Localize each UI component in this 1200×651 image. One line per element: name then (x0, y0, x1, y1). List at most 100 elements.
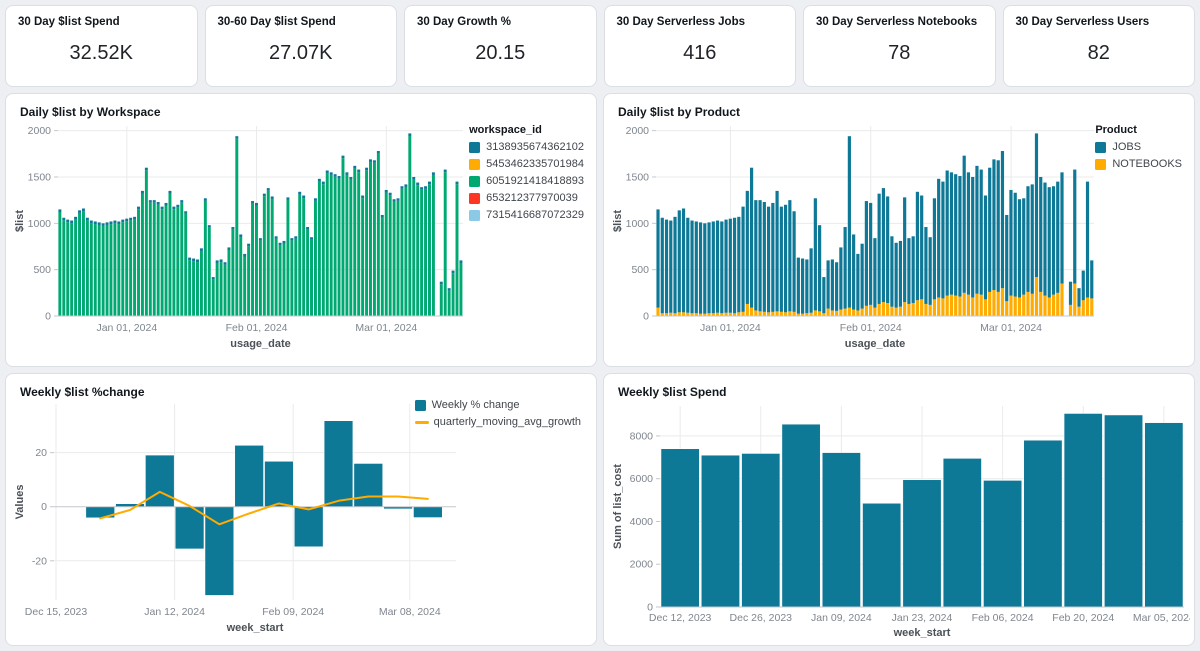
chart-text: 0 (41, 501, 47, 513)
kpi-value: 20.15 (475, 41, 526, 64)
chart-text: $list (14, 210, 26, 232)
legend-label: quarterly_moving_avg_growth (433, 416, 581, 428)
kpi-title: 30 Day $list Spend (18, 16, 120, 28)
kpi-value: 32.52K (69, 41, 133, 64)
chart-title: Daily $list by Workspace (20, 105, 161, 119)
chart-text: 6000 (630, 473, 654, 485)
kpi-card-30day-spend: 30 Day $list Spend 32.52K (5, 5, 198, 87)
chart-text: Mar 01, 2024 (980, 322, 1042, 334)
legend-item-quarterly-moving-avg-growth[interactable]: quarterly_moving_avg_growth (414, 416, 581, 428)
chart-text: 2000 (630, 559, 654, 571)
legend-square-marker (1095, 141, 1107, 153)
daily-by-workspace-chart[interactable]: 0 500 1000 1500 2000 Jan 01, 2024 Feb 01, 2024… (12, 120, 467, 364)
product-legend: Product JOBS NOTEBOOKS (1095, 124, 1182, 175)
legend-item-5453462335701984[interactable]: 5453462335701984 (469, 158, 584, 170)
legend-label: Weekly % change (431, 399, 520, 411)
middle-chart-row: Daily $list by Workspace 0 500 1000 1500 200… (5, 93, 1195, 367)
chart-text: 500 (631, 264, 649, 276)
kpi-value: 27.07K (269, 41, 333, 64)
daily-by-product-card: Daily $list by Product 0 500 1000 1500 2000 J… (603, 93, 1195, 367)
dashboard-page: 30 Day $list Spend 32.52K 30-60 Day $lis… (0, 0, 1200, 651)
legend-item-weekly-change[interactable]: Weekly % change (414, 399, 581, 411)
chart-text: Dec 12, 2023 (649, 612, 712, 624)
legend-item-653212377970039[interactable]: 653212377970039 (469, 192, 584, 204)
chart-text: Values (14, 485, 26, 520)
weekly-pct-change-chart[interactable]: -20 0 20 Dec 15, 2023 Jan 12, 2024 Feb 09, 20… (12, 400, 460, 636)
chart-text: 1500 (626, 171, 650, 183)
kpi-title: 30 Day Serverless Jobs (616, 16, 746, 28)
legend-label: 5453462335701984 (486, 158, 584, 170)
legend-square-marker (414, 399, 426, 411)
weekly-pct-change-card: Weekly $list %change -20 0 20 Dec 15, 2023 J… (5, 373, 597, 646)
chart-text: Mar 05, 2024 (1133, 612, 1190, 624)
chart-text: week_start (893, 627, 951, 639)
legend-title: Product (1095, 124, 1137, 136)
legend-square-marker (469, 209, 481, 221)
legend-square-marker (1095, 158, 1107, 170)
chart-text: Mar 01, 2024 (355, 322, 417, 334)
legend-label: JOBS (1112, 141, 1142, 153)
chart-text: Feb 01, 2024 (226, 322, 288, 334)
chart-text: $list (612, 210, 624, 232)
chart-text: Jan 09, 2024 (811, 612, 872, 624)
chart-text: 1500 (28, 171, 52, 183)
chart-text: week_start (226, 622, 284, 634)
chart-text: 2000 (28, 125, 52, 137)
chart-text: Jan 23, 2024 (892, 612, 953, 624)
bottom-chart-row: Weekly $list %change -20 0 20 Dec 15, 2023 J… (5, 373, 1195, 646)
chart-text: usage_date (230, 338, 291, 350)
chart-text: Feb 01, 2024 (840, 322, 902, 334)
kpi-card-serverless-notebooks: 30 Day Serverless Notebooks 78 (803, 5, 996, 87)
legend-label: 653212377970039 (486, 192, 578, 204)
legend-label: NOTEBOOKS (1112, 158, 1182, 170)
chart-title: Weekly $list %change (20, 385, 145, 399)
kpi-title: 30 Day Growth % (417, 16, 511, 28)
kpi-card-30-60day-spend: 30-60 Day $list Spend 27.07K (204, 5, 397, 87)
chart-text: Jan 01, 2024 (700, 322, 761, 334)
workspace-legend: workspace_id 3138935674362102 545346233570… (469, 124, 584, 226)
legend-line-marker (414, 420, 429, 424)
legend-square-marker (469, 192, 481, 204)
chart-text: 500 (33, 264, 51, 276)
legend-label: 3138935674362102 (486, 141, 584, 153)
legend-square-marker (469, 175, 481, 187)
chart-text: Feb 06, 2024 (972, 612, 1034, 624)
kpi-card-growth-pct: 30 Day Growth % 20.15 (404, 5, 597, 87)
chart-title: Daily $list by Product (618, 105, 741, 119)
kpi-card-serverless-users: 30 Day Serverless Users 82 (1002, 5, 1195, 87)
chart-text: Mar 08, 2024 (379, 606, 441, 618)
kpi-title: 30 Day Serverless Notebooks (816, 16, 978, 28)
daily-by-product-chart[interactable]: 0 500 1000 1500 2000 Jan 01, 2024 Feb 01, 2024… (610, 120, 1098, 364)
chart-text: usage_date (845, 338, 906, 350)
legend-square-marker (469, 141, 481, 153)
kpi-value: 78 (888, 41, 911, 64)
chart-text: Feb 09, 2024 (262, 606, 324, 618)
chart-text: Jan 12, 2024 (144, 606, 205, 618)
chart-text: Dec 15, 2023 (25, 606, 88, 618)
kpi-value: 416 (683, 41, 717, 64)
chart-text: 0 (45, 311, 51, 323)
legend-square-marker (469, 158, 481, 170)
legend-item-jobs[interactable]: JOBS (1095, 141, 1182, 153)
kpi-title: 30-60 Day $list Spend (217, 16, 336, 28)
weekly-change-legend: Weekly % change quarterly_moving_avg_grow… (414, 399, 581, 433)
legend-item-3138935674362102[interactable]: 3138935674362102 (469, 141, 584, 153)
legend-item-6051921418418893[interactable]: 6051921418418893 (469, 175, 584, 187)
legend-item-7315416687072329[interactable]: 7315416687072329 (469, 209, 584, 221)
chart-text: 1000 (626, 218, 650, 230)
chart-text: 20 (35, 447, 47, 459)
legend-label: 6051921418418893 (486, 175, 584, 187)
kpi-value: 82 (1087, 41, 1110, 64)
chart-text: Dec 26, 2023 (730, 612, 793, 624)
chart-title: Weekly $list Spend (618, 385, 727, 399)
chart-text: 0 (643, 311, 649, 323)
chart-text: 2000 (626, 125, 650, 137)
kpi-title: 30 Day Serverless Users (1015, 16, 1150, 28)
legend-title: workspace_id (469, 124, 542, 136)
weekly-spend-chart[interactable]: 02000400060008000Dec 12, 2023 Dec 26, 202… (610, 400, 1190, 640)
chart-text: 1000 (28, 218, 52, 230)
kpi-row: 30 Day $list Spend 32.52K 30-60 Day $lis… (5, 5, 1195, 87)
chart-text: 4000 (630, 516, 654, 528)
chart-text: Feb 20, 2024 (1052, 612, 1114, 624)
legend-item-notebooks[interactable]: NOTEBOOKS (1095, 158, 1182, 170)
